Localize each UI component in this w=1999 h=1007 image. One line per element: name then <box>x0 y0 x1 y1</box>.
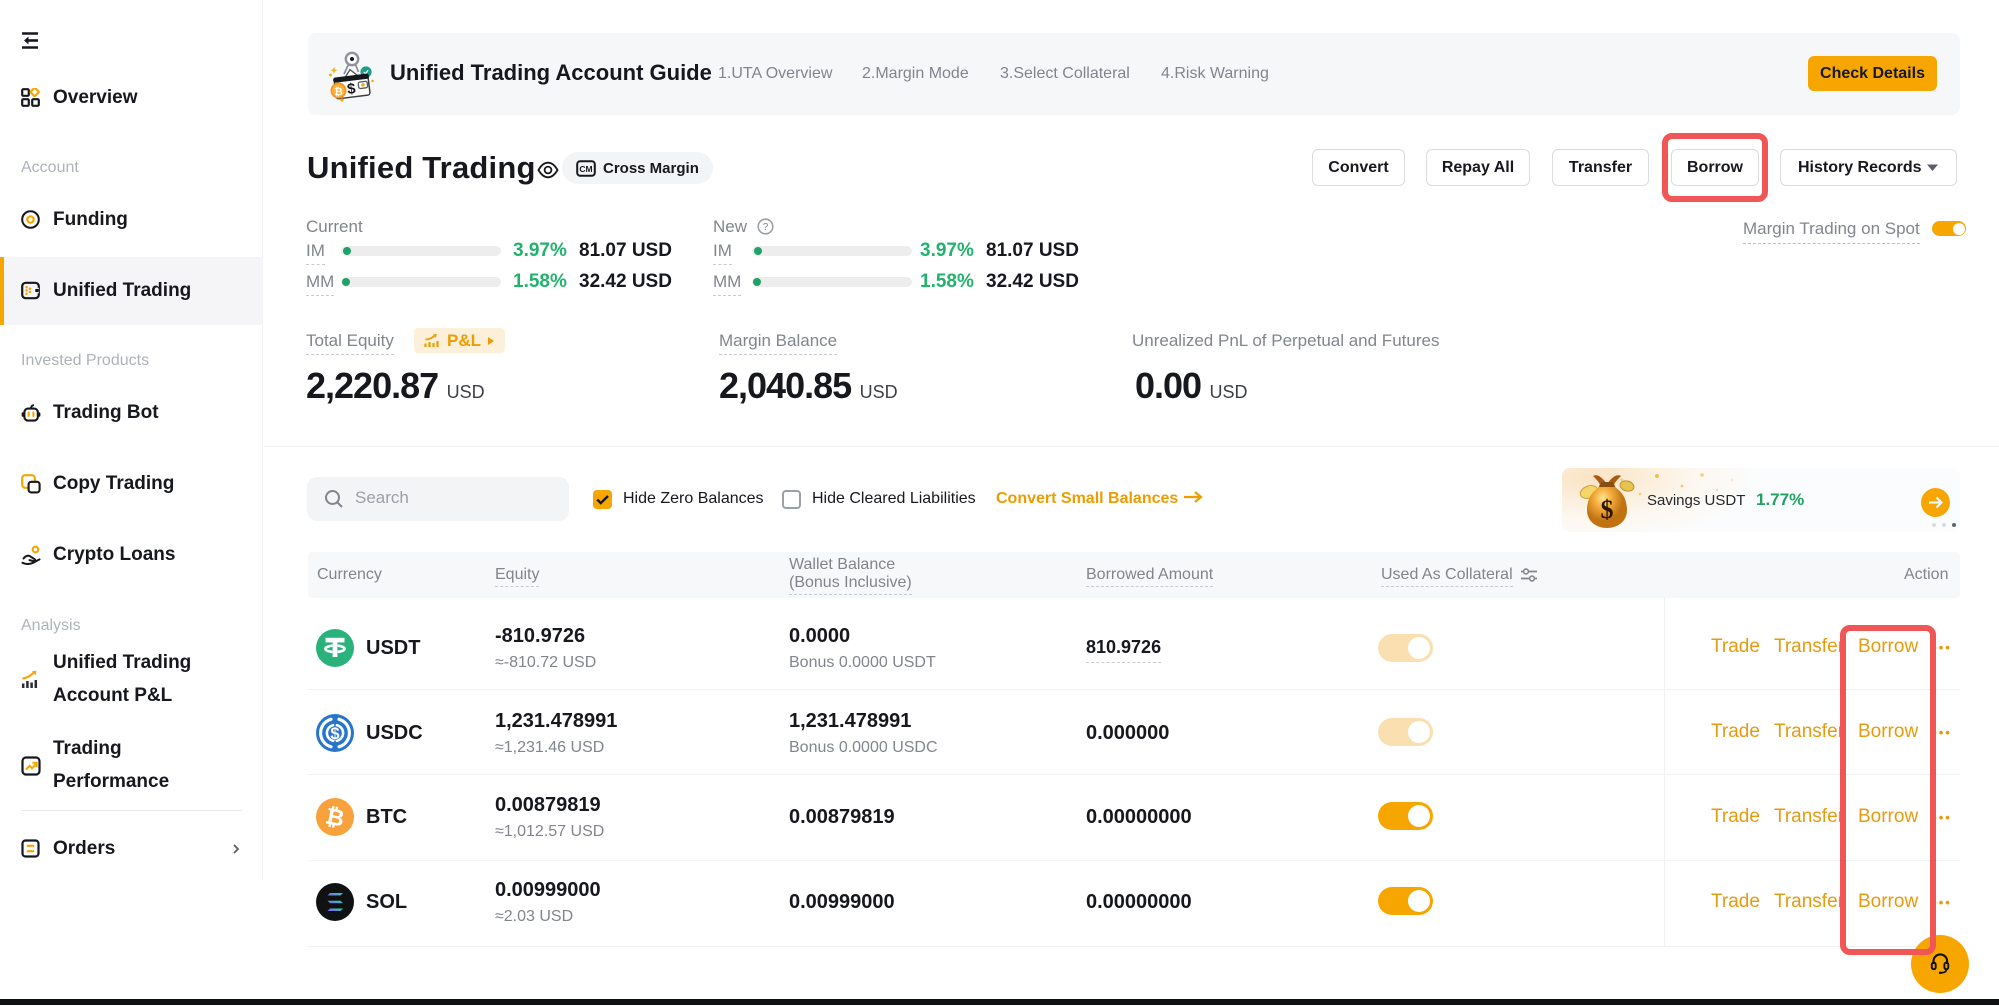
svg-text:$: $ <box>1601 495 1614 524</box>
svg-text:?: ? <box>763 222 769 233</box>
svg-text:$: $ <box>330 725 339 743</box>
svg-text:CM: CM <box>579 164 592 174</box>
svg-text:₿: ₿ <box>334 86 343 98</box>
